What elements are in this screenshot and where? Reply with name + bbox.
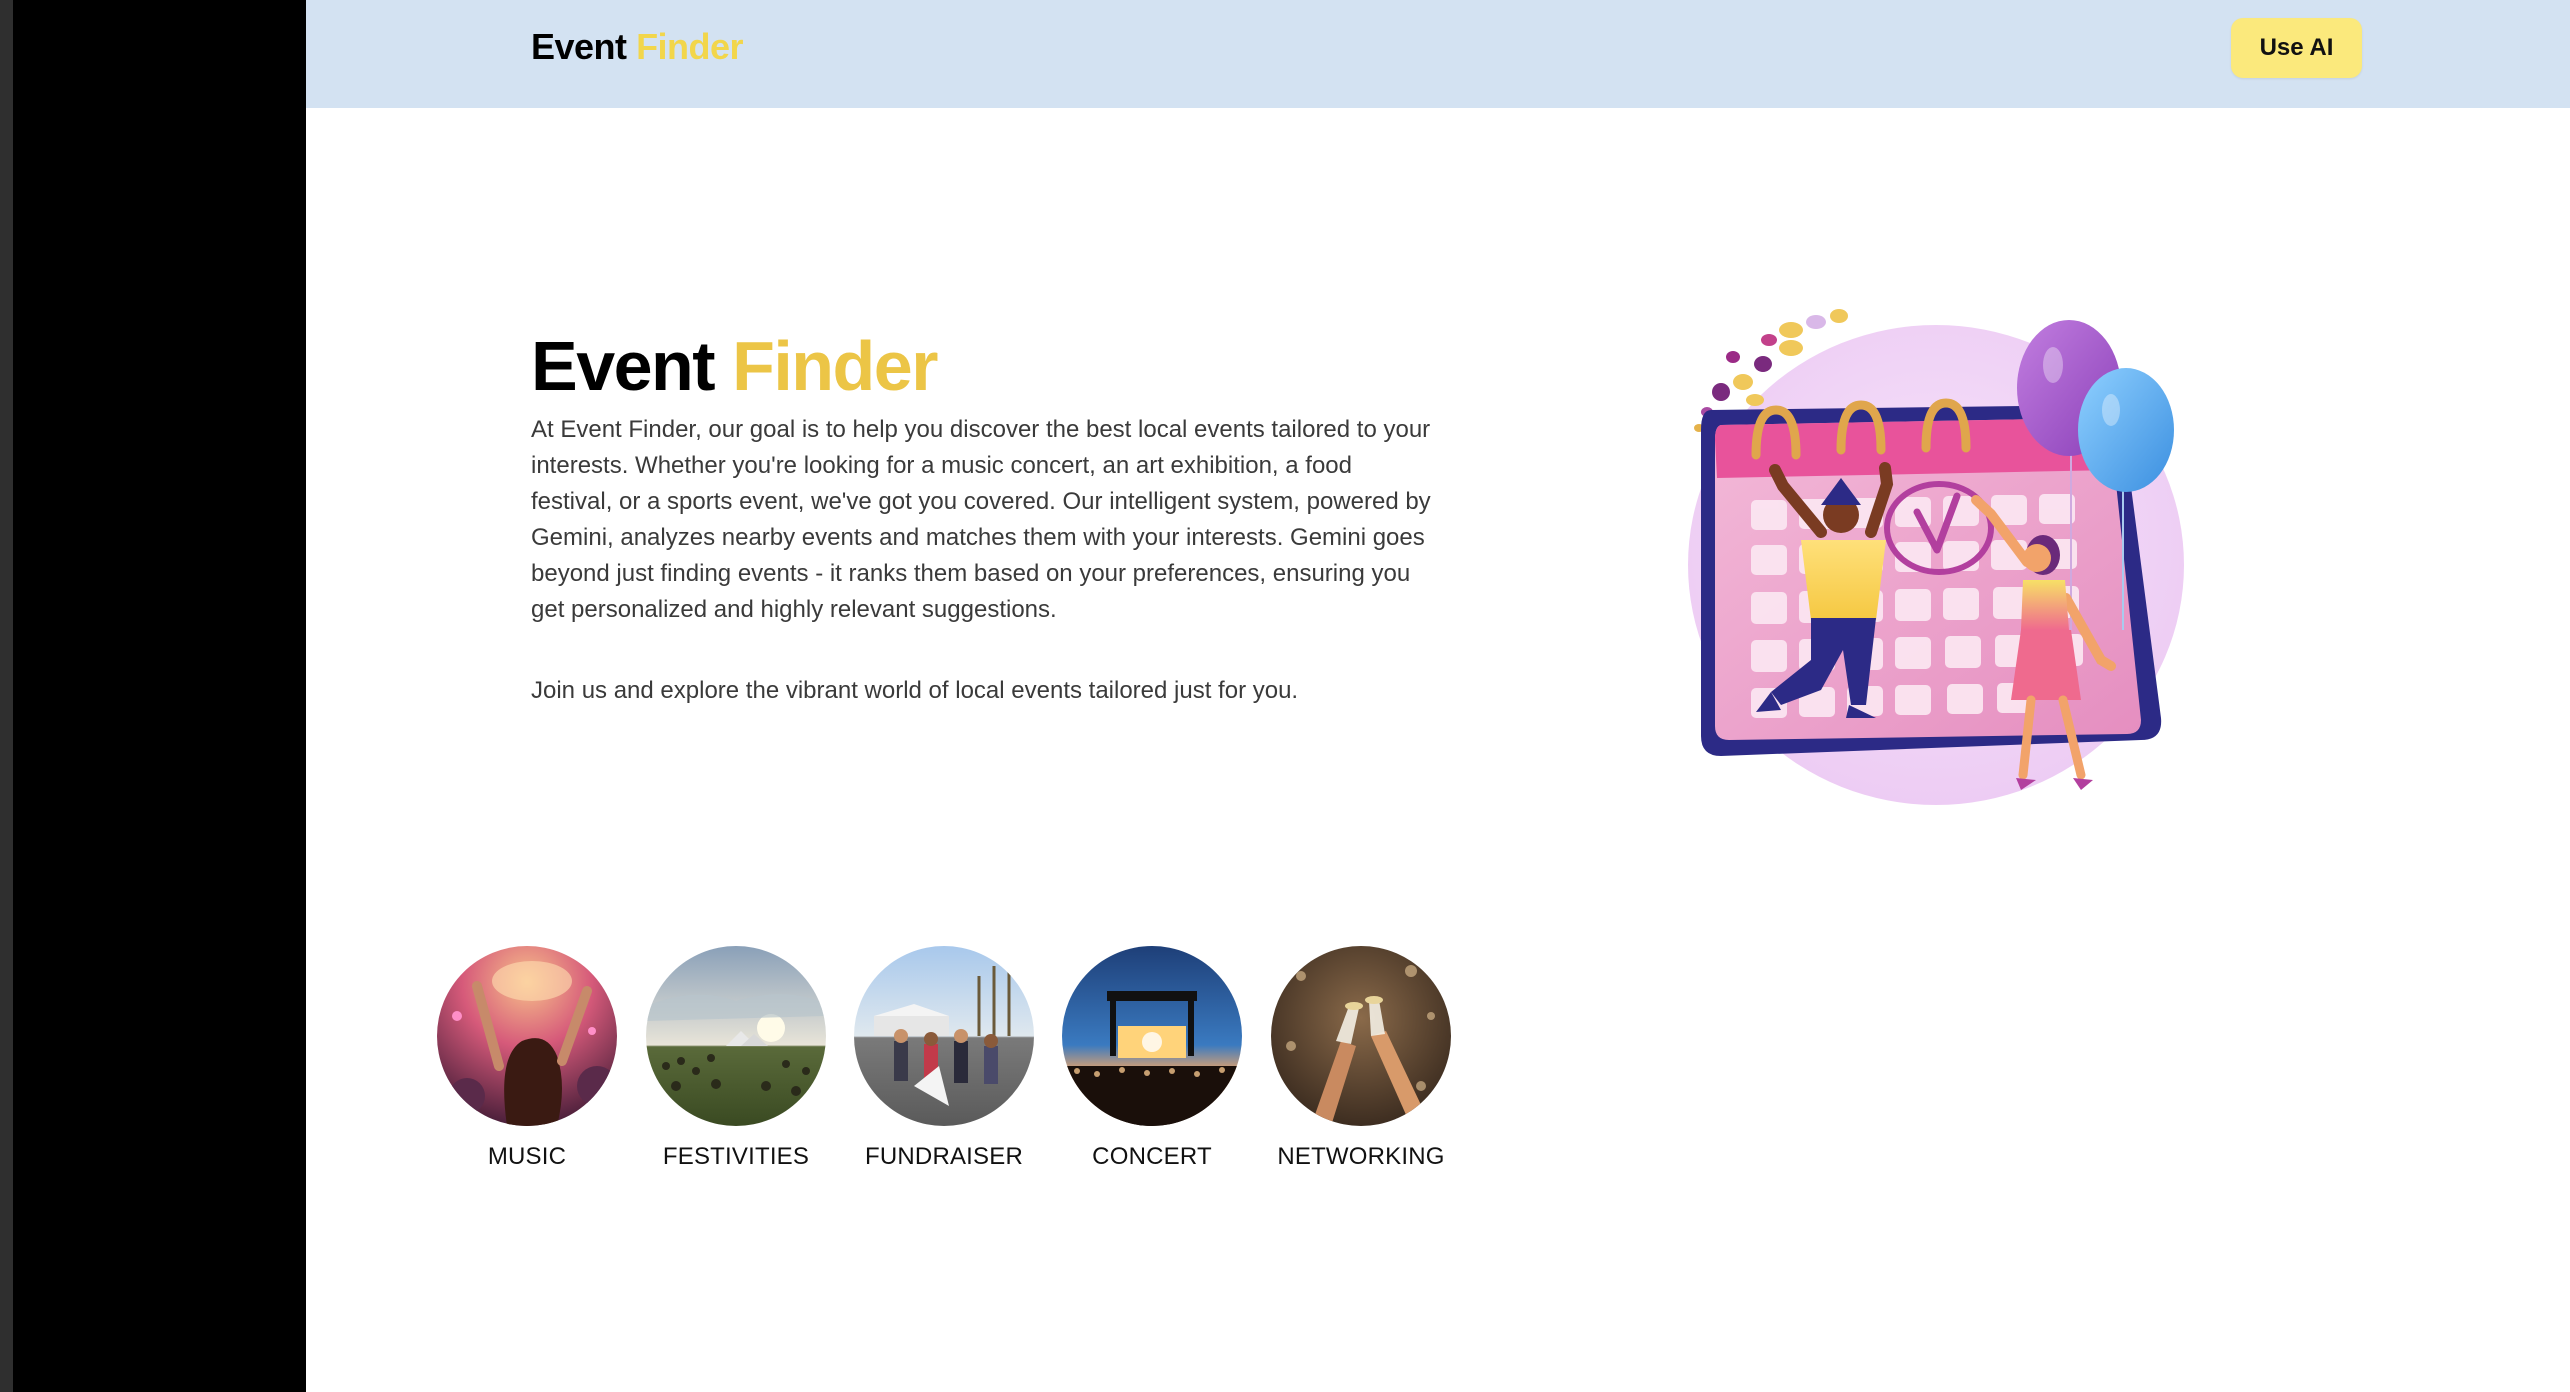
category-label: CONCERT <box>1092 1143 1212 1170</box>
left-rail <box>0 0 306 1392</box>
hero-title-word-finder: Finder <box>732 327 938 405</box>
hero-title-word-event: Event <box>531 327 716 405</box>
logo-word-finder: Finder <box>636 26 744 67</box>
left-rail-edge <box>0 0 13 1392</box>
category-music[interactable]: MUSIC <box>407 946 647 1171</box>
category-label: FUNDRAISER <box>864 1143 1023 1170</box>
header-logo[interactable]: Event Finder <box>531 26 744 68</box>
festivities-photo <box>646 946 826 1126</box>
page-viewport: Event Finder Use AI Event Finder At Even… <box>306 0 2570 1392</box>
category-label: NETWORKING <box>1277 1143 1445 1170</box>
category-fundraiser[interactable]: FUNDRAISER <box>824 946 1064 1171</box>
music-photo <box>437 946 617 1126</box>
fundraiser-photo <box>854 946 1034 1126</box>
networking-photo <box>1271 946 1451 1126</box>
hero-title: Event Finder <box>531 327 938 405</box>
concert-photo <box>1062 946 1242 1126</box>
hero-invite: Join us and explore the vibrant world of… <box>531 677 1299 704</box>
category-label: MUSIC <box>487 1143 567 1170</box>
category-networking[interactable]: NETWORKING <box>1241 946 1481 1171</box>
category-label: FESTIVITIES <box>662 1143 810 1170</box>
category-festivities[interactable]: FESTIVITIES <box>616 946 856 1171</box>
calendar-celebration-illustration <box>1688 309 2184 805</box>
category-concert[interactable]: CONCERT <box>1032 946 1272 1171</box>
logo-word-event: Event <box>531 26 627 67</box>
site-header: Event Finder Use AI <box>306 0 2570 108</box>
use-ai-button[interactable]: Use AI <box>2231 18 2362 78</box>
hero-description: At Event Finder, our goal is to help you… <box>531 416 1431 623</box>
